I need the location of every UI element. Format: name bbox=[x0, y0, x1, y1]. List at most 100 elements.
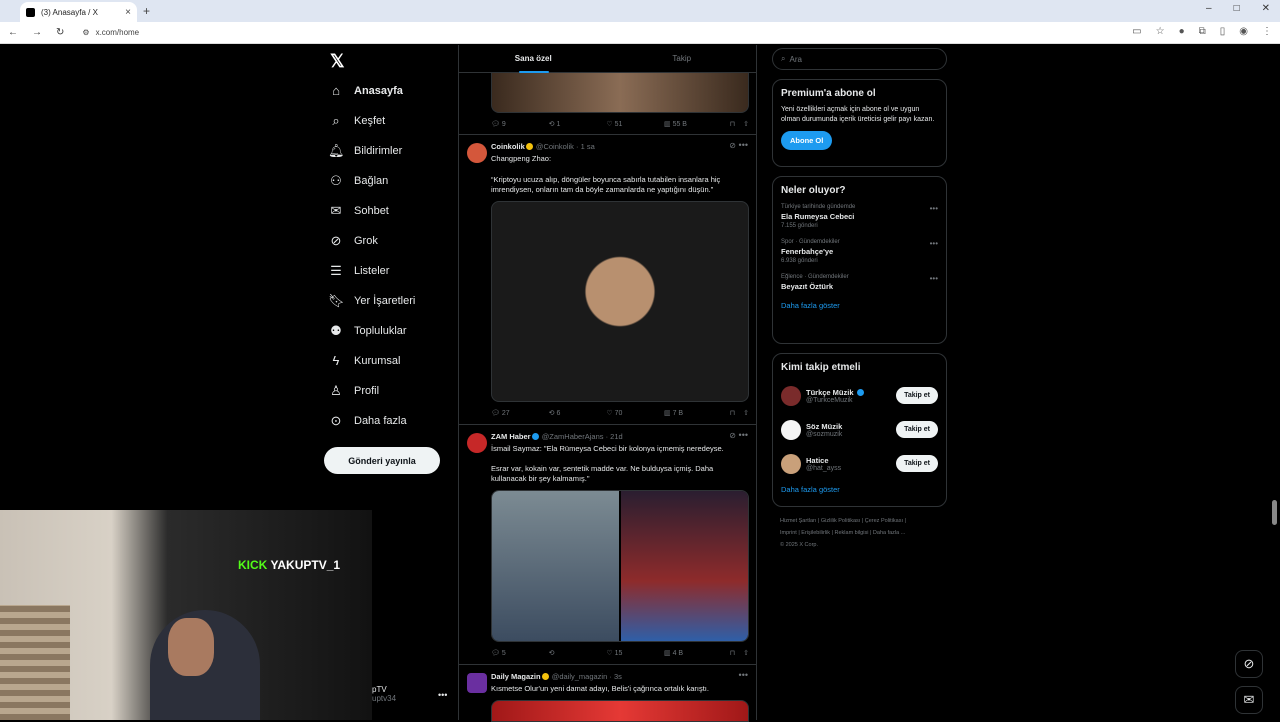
share-icon[interactable]: ⇧ bbox=[743, 409, 749, 417]
cast-icon[interactable]: ▭ bbox=[1132, 26, 1141, 37]
more-icon[interactable]: ••• bbox=[930, 204, 938, 213]
subscribe-button[interactable]: Abone Ol bbox=[781, 131, 833, 150]
tweet[interactable]: Coinkolik @Coinkolik · 1 sa ⊘ ••• Changp… bbox=[459, 135, 756, 425]
like-button[interactable]: ♡ 51 bbox=[606, 120, 664, 128]
nav-more[interactable]: ⊙ Daha fazla bbox=[328, 413, 407, 429]
back-icon[interactable]: ← bbox=[8, 27, 18, 38]
tweet[interactable]: Daily Magazin @daily_magazin · 3s ••• Kı… bbox=[459, 665, 756, 722]
nav-grok[interactable]: ⊘ Grok bbox=[328, 233, 378, 249]
author-handle[interactable]: @daily_magazin bbox=[552, 672, 608, 681]
footer-line[interactable]: Hizmet Şartları | Gizlilik Politikası | … bbox=[780, 515, 945, 527]
reply-button[interactable]: 💬︎ 9 bbox=[491, 120, 549, 128]
avatar[interactable] bbox=[467, 673, 487, 693]
avatar[interactable] bbox=[467, 143, 487, 163]
tweet[interactable]: ZAM Haber @ZamHaberAjans · 21d ⊘ ••• İsm… bbox=[459, 425, 756, 665]
extension-icon[interactable]: ● bbox=[1179, 26, 1185, 37]
tweet-time[interactable]: · 1 sa bbox=[576, 142, 595, 151]
grok-icon[interactable]: ⊘ bbox=[729, 141, 736, 150]
show-more-link[interactable]: Daha fazla göster bbox=[781, 301, 938, 310]
nav-communities[interactable]: ⚉ Topluluklar bbox=[328, 323, 406, 339]
tab-following[interactable]: Takip bbox=[608, 45, 757, 72]
sidebar-icon[interactable]: ▯ bbox=[1220, 26, 1226, 37]
tweet-image[interactable] bbox=[491, 73, 749, 113]
repost-button[interactable]: ⟲ 6 bbox=[549, 409, 607, 417]
repost-button[interactable]: ⟲ bbox=[549, 649, 607, 657]
tab-for-you[interactable]: Sana özel bbox=[459, 45, 608, 72]
avatar[interactable] bbox=[781, 386, 801, 406]
trend-item[interactable]: Eğlence · Gündemdekiler Beyazıt Öztürk •… bbox=[781, 274, 938, 291]
reload-icon[interactable]: ↻ bbox=[56, 27, 64, 38]
messages-fab-icon[interactable]: ✉ bbox=[1235, 686, 1263, 714]
menu-icon[interactable]: ⋮ bbox=[1262, 26, 1272, 37]
footer-line[interactable]: Imprint | Erişilebilirlik | Reklam bilgi… bbox=[780, 527, 945, 539]
follow-button[interactable]: Takip et bbox=[896, 421, 938, 438]
avatar[interactable] bbox=[781, 454, 801, 474]
account-switcher[interactable]: pTV uptv34 bbox=[372, 685, 396, 703]
nav-business[interactable]: ϟ Kurumsal bbox=[328, 353, 401, 368]
author-name[interactable]: ZAM Haber bbox=[491, 432, 531, 441]
trend-item[interactable]: Spor · Gündemdekiler Fenerbahçe'ye 6.938… bbox=[781, 239, 938, 264]
site-info-icon[interactable]: ⚙ bbox=[82, 28, 89, 37]
avatar[interactable] bbox=[781, 420, 801, 440]
nav-home[interactable]: ⌂ Anasayfa bbox=[328, 83, 403, 98]
bookmark-icon[interactable]: ⊓ bbox=[730, 409, 735, 417]
grok-icon[interactable]: ⊘ bbox=[729, 431, 736, 440]
more-icon[interactable]: ••• bbox=[739, 140, 748, 150]
share-icon[interactable]: ⇧ bbox=[743, 120, 749, 128]
nav-profile[interactable]: ♙ Profil bbox=[328, 383, 379, 399]
author-name[interactable]: Coinkolik bbox=[491, 142, 525, 151]
views-button[interactable]: ▥ 4 B bbox=[664, 649, 722, 657]
reply-button[interactable]: 💬︎ 5 bbox=[491, 649, 549, 657]
tweet-time[interactable]: · 3s bbox=[609, 672, 622, 681]
follow-suggestion[interactable]: Söz Müzik @sozmuzik Takip et bbox=[781, 413, 938, 447]
tweet-image-grid[interactable] bbox=[491, 490, 749, 642]
scrollbar[interactable] bbox=[1272, 500, 1277, 525]
bookmark-icon[interactable]: ⊓ bbox=[730, 649, 735, 657]
grok-fab-icon[interactable]: ⊘ bbox=[1235, 650, 1263, 678]
tweet-image[interactable] bbox=[492, 491, 621, 641]
search-input[interactable]: ⌕ Ara bbox=[772, 48, 947, 70]
close-tab-icon[interactable]: × bbox=[125, 7, 131, 18]
follow-suggestion[interactable]: Türkçe Müzik @TurkceMuzik Takip et bbox=[781, 379, 938, 413]
follow-button[interactable]: Takip et bbox=[896, 387, 938, 404]
more-icon[interactable]: ••• bbox=[930, 274, 938, 283]
views-button[interactable]: ▥ 7 B bbox=[664, 409, 722, 417]
more-icon[interactable]: ••• bbox=[739, 430, 748, 440]
star-icon[interactable]: ☆ bbox=[1156, 26, 1165, 37]
tweet[interactable]: 💬︎ 9 ⟲ 1 ♡ 51 ▥ 55 B ⊓ ⇧ bbox=[459, 73, 756, 135]
address-bar[interactable]: ⚙ x.com/home bbox=[82, 28, 139, 37]
forward-icon[interactable]: → bbox=[32, 27, 42, 38]
author-handle[interactable]: @Coinkolik bbox=[536, 142, 574, 151]
nav-lists[interactable]: ☰ Listeler bbox=[328, 263, 389, 279]
close-window-icon[interactable]: ✕ bbox=[1262, 3, 1270, 14]
nav-notifications[interactable]: 🔔︎ Bildirimler bbox=[328, 143, 402, 159]
more-icon[interactable]: ••• bbox=[739, 670, 748, 680]
like-button[interactable]: ♡ 70 bbox=[606, 409, 664, 417]
minimize-icon[interactable]: – bbox=[1206, 3, 1212, 14]
nav-connect[interactable]: ⚇ Bağlan bbox=[328, 173, 388, 189]
more-icon[interactable]: ••• bbox=[930, 239, 938, 248]
views-button[interactable]: ▥ 55 B bbox=[664, 120, 722, 128]
avatar[interactable] bbox=[467, 433, 487, 453]
bookmark-icon[interactable]: ⊓ bbox=[730, 120, 735, 128]
nav-explore[interactable]: ⌕ Keşfet bbox=[328, 113, 385, 129]
author-name[interactable]: Daily Magazin bbox=[491, 672, 541, 681]
share-icon[interactable]: ⇧ bbox=[743, 649, 749, 657]
show-more-link[interactable]: Daha fazla göster bbox=[781, 485, 938, 494]
x-logo-icon[interactable]: 𝕏 bbox=[330, 51, 345, 72]
tweet-image[interactable] bbox=[621, 491, 748, 641]
nav-bookmarks[interactable]: 🔖︎ Yer İşaretleri bbox=[328, 293, 415, 309]
follow-suggestion[interactable]: Hatice @hat_ayss Takip et bbox=[781, 447, 938, 481]
reply-button[interactable]: 💬︎ 27 bbox=[491, 409, 549, 417]
author-handle[interactable]: @ZamHaberAjans bbox=[542, 432, 604, 441]
profile-avatar-icon[interactable]: ◉ bbox=[1239, 26, 1248, 37]
repost-button[interactable]: ⟲ 1 bbox=[549, 120, 607, 128]
tweet-image[interactable] bbox=[491, 700, 749, 722]
tweet-image[interactable] bbox=[491, 201, 749, 402]
trend-item[interactable]: Türkiye tarihinde gündemde Ela Rumeysa C… bbox=[781, 204, 938, 229]
like-button[interactable]: ♡ 15 bbox=[606, 649, 664, 657]
maximize-icon[interactable]: □ bbox=[1234, 3, 1240, 14]
tweet-time[interactable]: · 21d bbox=[606, 432, 623, 441]
nav-messages[interactable]: ✉ Sohbet bbox=[328, 203, 389, 219]
new-tab-icon[interactable]: + bbox=[143, 4, 150, 18]
